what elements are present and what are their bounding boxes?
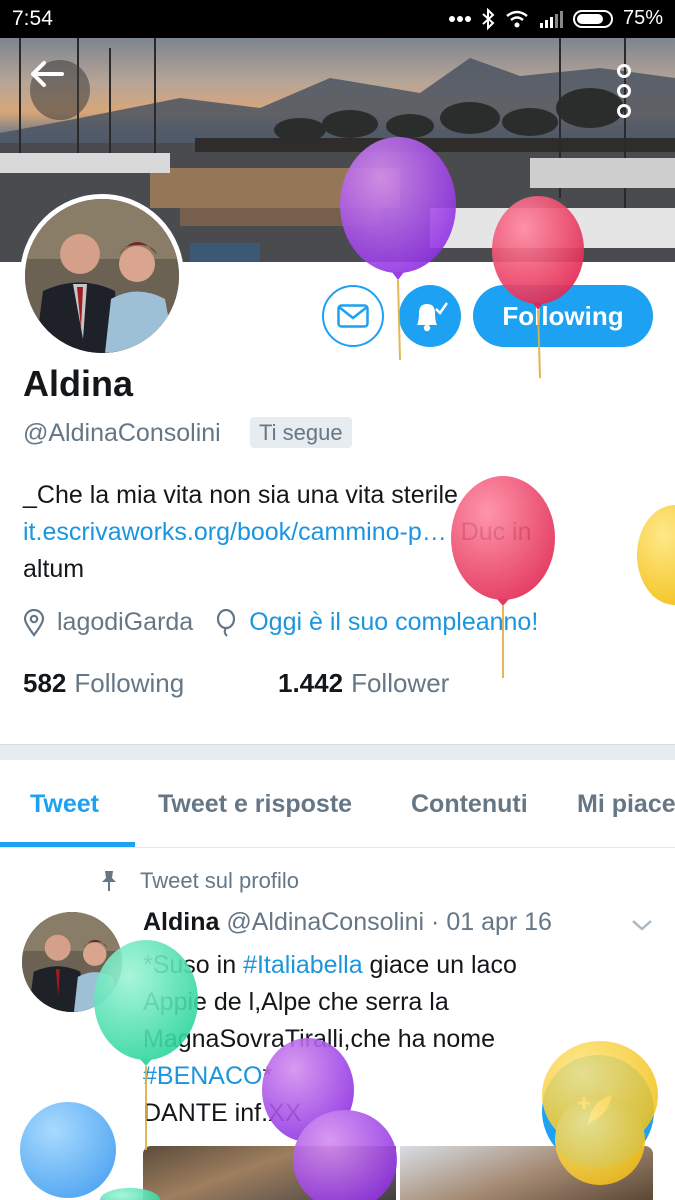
notifications-button[interactable] xyxy=(399,285,461,347)
section-divider xyxy=(0,744,675,760)
bio-tail-2: altum xyxy=(23,555,85,583)
more-notifications-icon xyxy=(448,15,471,22)
tab-tweet-e-risposte[interactable]: Tweet e risposte xyxy=(158,760,352,848)
followers-label: Follower xyxy=(351,668,450,698)
bell-check-icon xyxy=(417,302,449,332)
birthday-text: Oggi è il suo compleanno! xyxy=(249,608,539,636)
signal-icon xyxy=(539,10,563,28)
wifi-icon xyxy=(505,10,529,28)
pinned-label: Tweet sul profilo xyxy=(100,868,299,894)
tweet-line1-b: giace un laco xyxy=(362,951,517,979)
message-button[interactable] xyxy=(322,285,384,347)
balloon-icon xyxy=(215,608,237,637)
bio-link[interactable]: it.escrivaworks.org/book/cammino-p… xyxy=(23,518,447,546)
more-options-button[interactable] xyxy=(615,64,633,118)
profile-location: lagodiGarda xyxy=(57,608,194,636)
profile-stats: 582 Following 1.442 Follower xyxy=(23,668,449,699)
tweet-header: Aldina @AldinaConsolini · 01 apr 16 xyxy=(143,908,552,937)
profile-tabs: Tweet Tweet e risposte Contenuti Mi piac… xyxy=(0,760,675,848)
compose-tweet-button[interactable] xyxy=(542,1055,654,1167)
profile-avatar[interactable] xyxy=(20,194,184,358)
envelope-icon xyxy=(337,304,369,328)
follows-you-badge: Ti segue xyxy=(250,417,352,448)
status-icons: 75% xyxy=(448,7,663,30)
profile-bio: _Che la mia vita non sia una vita steril… xyxy=(23,477,643,588)
profile-meta: lagodiGarda Oggi è il suo compleanno! xyxy=(23,608,538,637)
tweet-line1-a: *Suso in xyxy=(143,951,244,979)
pin-icon xyxy=(100,870,118,892)
arrow-left-icon xyxy=(31,61,64,87)
back-button[interactable] xyxy=(30,60,90,120)
following-stat[interactable]: 582 Following xyxy=(23,668,184,699)
status-time: 7:54 xyxy=(12,7,53,30)
tab-mi-piace[interactable]: Mi piace xyxy=(577,760,675,848)
battery-percent: 75% xyxy=(622,7,663,29)
tweet-avatar[interactable] xyxy=(22,912,122,1012)
tweet-line4-b: * xyxy=(262,1062,273,1090)
location-pin-icon xyxy=(23,608,45,637)
profile-handle: @AldinaConsolini xyxy=(23,419,221,447)
tweet-handle: @AldinaConsolini xyxy=(226,908,425,936)
tweet-separator: · xyxy=(431,908,440,936)
profile-name: Aldina xyxy=(23,363,134,404)
pinned-text: Tweet sul profilo xyxy=(140,868,299,893)
followers-count: 1.442 xyxy=(278,668,344,698)
bio-tail: Duc in xyxy=(460,518,532,546)
tab-tweet[interactable]: Tweet xyxy=(30,760,99,848)
tweet-line3: MagnaSovraTiralli,che ha nome xyxy=(143,1025,496,1053)
bio-text: _Che la mia vita non sia una vita steril… xyxy=(23,481,458,509)
tweet-menu-chevron-icon[interactable] xyxy=(631,918,653,937)
hashtag-italiabella[interactable]: #Italiabella xyxy=(243,951,363,979)
followers-stat[interactable]: 1.442 Follower xyxy=(278,668,449,699)
balloon-blue xyxy=(20,1102,160,1200)
tweet-line2: Appie de l,Alpe che serra la xyxy=(143,988,449,1016)
tweet-author[interactable]: Aldina xyxy=(143,908,219,936)
active-tab-indicator xyxy=(0,842,135,847)
battery-icon xyxy=(572,9,613,28)
following-button[interactable]: Following xyxy=(473,285,653,347)
following-count: 582 xyxy=(23,668,67,698)
tweet-photo-1[interactable] xyxy=(143,1146,396,1200)
tweet-date: 01 apr 16 xyxy=(446,908,552,936)
feather-plus-icon xyxy=(578,1095,612,1125)
following-label: Following xyxy=(74,668,185,698)
bluetooth-icon xyxy=(481,7,495,30)
tab-contenuti[interactable]: Contenuti xyxy=(411,760,528,848)
hashtag-benaco[interactable]: #BENACO xyxy=(143,1062,262,1090)
status-bar: 7:54 75% xyxy=(0,0,675,38)
